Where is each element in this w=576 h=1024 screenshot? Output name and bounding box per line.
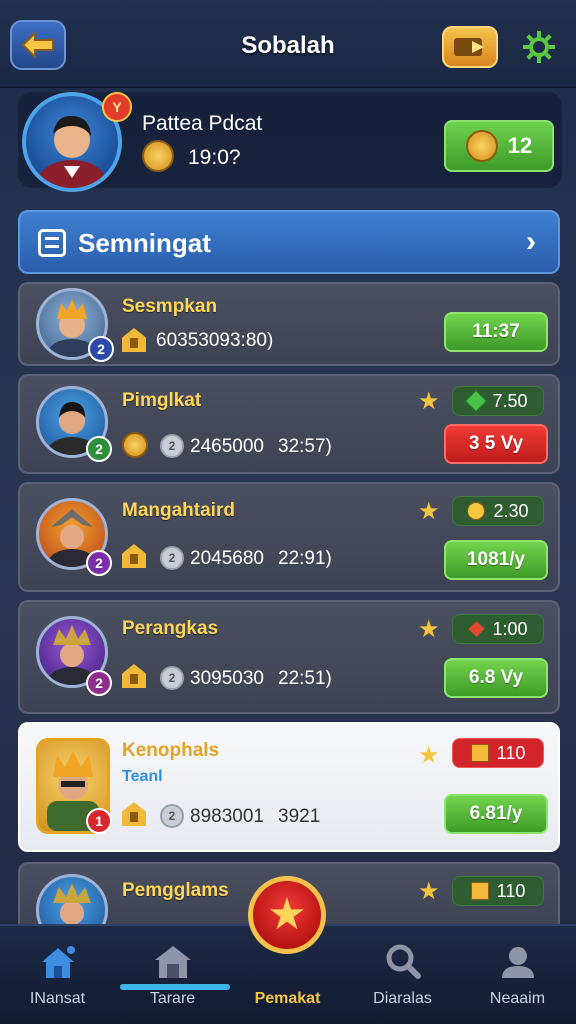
profile-icon <box>498 942 538 982</box>
row-reward-value: 110 <box>496 742 526 763</box>
coin-icon <box>122 432 148 458</box>
nav-item-barn[interactable]: Tarare <box>115 926 230 1024</box>
shield-icon: 2 <box>160 666 184 690</box>
search-icon <box>383 942 423 982</box>
nav-label: Neaaim <box>489 990 546 1007</box>
trophy-icon: Y <box>112 99 122 115</box>
player-coin-button-label: 12 <box>507 133 533 158</box>
chest-icon <box>470 744 489 762</box>
row-team-label: Teanl <box>122 768 163 785</box>
nav-label: Pemakat <box>254 990 321 1007</box>
row-reward-value: 1:00 <box>492 618 528 639</box>
house-icon <box>122 802 146 826</box>
row-stat: 60353093:80) <box>156 330 274 351</box>
nav-label: INansat <box>29 990 86 1007</box>
gem-icon <box>465 389 488 413</box>
row-reward-pill: 110 <box>452 738 544 768</box>
leaderboard-row-current-player[interactable]: 1 Kenophals Teanl 2 8983001 3921 ★ 110 6… <box>18 722 560 852</box>
settings-button[interactable] <box>518 26 560 68</box>
player-coin-value: 19:0? <box>188 146 241 169</box>
row-stat-secondary: 3921 <box>278 806 321 827</box>
row-action-label: 6.81/y <box>469 803 523 824</box>
row-reward-value: 2.30 <box>493 500 529 521</box>
row-reward-pill: 110 <box>452 876 544 906</box>
nav-label: Tarare <box>149 990 196 1007</box>
row-name: Mangahtaird <box>122 500 235 521</box>
chevron-right-icon: › <box>526 225 536 258</box>
top-bar: Sobalah <box>0 0 576 88</box>
row-name: Perangkas <box>122 618 219 639</box>
nav-item-home[interactable]: INansat <box>0 926 115 1024</box>
row-action-label: 6.8 Vy <box>468 667 524 688</box>
row-name: Kenophals <box>122 740 220 761</box>
rank-badge: 2 <box>88 336 114 362</box>
shield-icon: 2 <box>160 434 184 458</box>
star-badge-icon[interactable]: ★ <box>248 876 326 954</box>
row-reward-value: 7.50 <box>492 390 528 411</box>
row-stat: 3095030 <box>190 668 264 689</box>
row-action-label: 1081/y <box>466 549 526 570</box>
row-reward-value: 110 <box>496 880 526 901</box>
row-stat-secondary: 32:57) <box>278 436 332 457</box>
star-icon: ★ <box>418 616 440 643</box>
star-icon: ★ <box>418 388 440 415</box>
row-reward-pill: 2.30 <box>452 496 544 526</box>
row-name: Pimglkat <box>122 390 202 411</box>
section-header-bar[interactable]: Semningat › <box>18 210 560 274</box>
ruby-icon <box>468 621 485 637</box>
shield-icon: 2 <box>160 804 184 828</box>
shield-icon: 2 <box>160 546 184 570</box>
barn-icon <box>153 942 193 982</box>
leaderboard-row[interactable]: 2 Pimglkat 2 2465000 32:57) ★ 7.50 3 5 V… <box>18 374 560 474</box>
star-icon: ★ <box>418 742 440 769</box>
row-action-label: 11:37 <box>472 321 520 342</box>
gear-icon <box>523 31 555 63</box>
coin-icon <box>465 130 498 162</box>
house-icon <box>122 544 146 568</box>
player-profile-card: Y Pattea Pdcat 19:0? 12 <box>18 92 562 192</box>
player-name: Pattea Pdcat <box>142 112 263 135</box>
coin-icon <box>142 140 174 172</box>
list-icon <box>38 229 66 257</box>
row-stat: 2045680 <box>190 548 264 569</box>
star-icon: ★ <box>418 878 440 905</box>
nav-item-search[interactable]: Diaralas <box>345 926 460 1024</box>
leaderboard-row[interactable]: 2 Sesmpkan 60353093:80) 11:37 <box>18 282 560 366</box>
row-action-button[interactable]: 11:37 <box>444 312 548 352</box>
ticket-button[interactable] <box>442 26 498 68</box>
row-name: Sesmpkan <box>122 296 218 317</box>
leaderboard-row[interactable]: 2 Perangkas 2 3095030 22:51) ★ 1:00 6.8 … <box>18 600 560 714</box>
home-icon <box>38 942 78 982</box>
nav-item-profile[interactable]: Neaaim <box>460 926 575 1024</box>
row-action-button[interactable]: 6.81/y <box>444 794 548 834</box>
leaderboard-row[interactable]: 2 Mangahtaird 2 2045680 22:91) ★ 2.30 10… <box>18 482 560 592</box>
row-stat: 2465000 <box>190 436 264 457</box>
rank-badge: 1 <box>86 808 112 834</box>
coin-icon <box>467 502 486 520</box>
player-level-badge: Y <box>102 92 132 122</box>
house-icon <box>122 664 146 688</box>
row-stat: 8983001 <box>190 806 264 827</box>
section-title: Semningat <box>78 228 211 258</box>
nav-label: Diaralas <box>373 990 432 1007</box>
row-stat-secondary: 22:91) <box>278 548 332 569</box>
row-action-button[interactable]: 3 5 Vy <box>444 424 548 464</box>
player-coin-button[interactable]: 12 <box>444 120 554 172</box>
rank-badge: 2 <box>86 550 112 576</box>
rank-badge: 2 <box>86 670 112 696</box>
row-action-label: 3 5 Vy <box>468 433 524 454</box>
row-reward-pill: 1:00 <box>452 614 544 644</box>
rank-badge: 2 <box>86 436 112 462</box>
ticket-icon <box>454 38 484 56</box>
house-icon <box>122 328 146 352</box>
star-icon: ★ <box>418 498 440 525</box>
row-stat-secondary: 22:51) <box>278 668 332 689</box>
row-reward-pill: 7.50 <box>452 386 544 416</box>
row-action-button[interactable]: 1081/y <box>444 540 548 580</box>
row-name: Pemgglams <box>122 880 229 901</box>
chest-icon <box>470 882 489 900</box>
row-action-button[interactable]: 6.8 Vy <box>444 658 548 698</box>
nav-active-indicator <box>120 984 230 990</box>
